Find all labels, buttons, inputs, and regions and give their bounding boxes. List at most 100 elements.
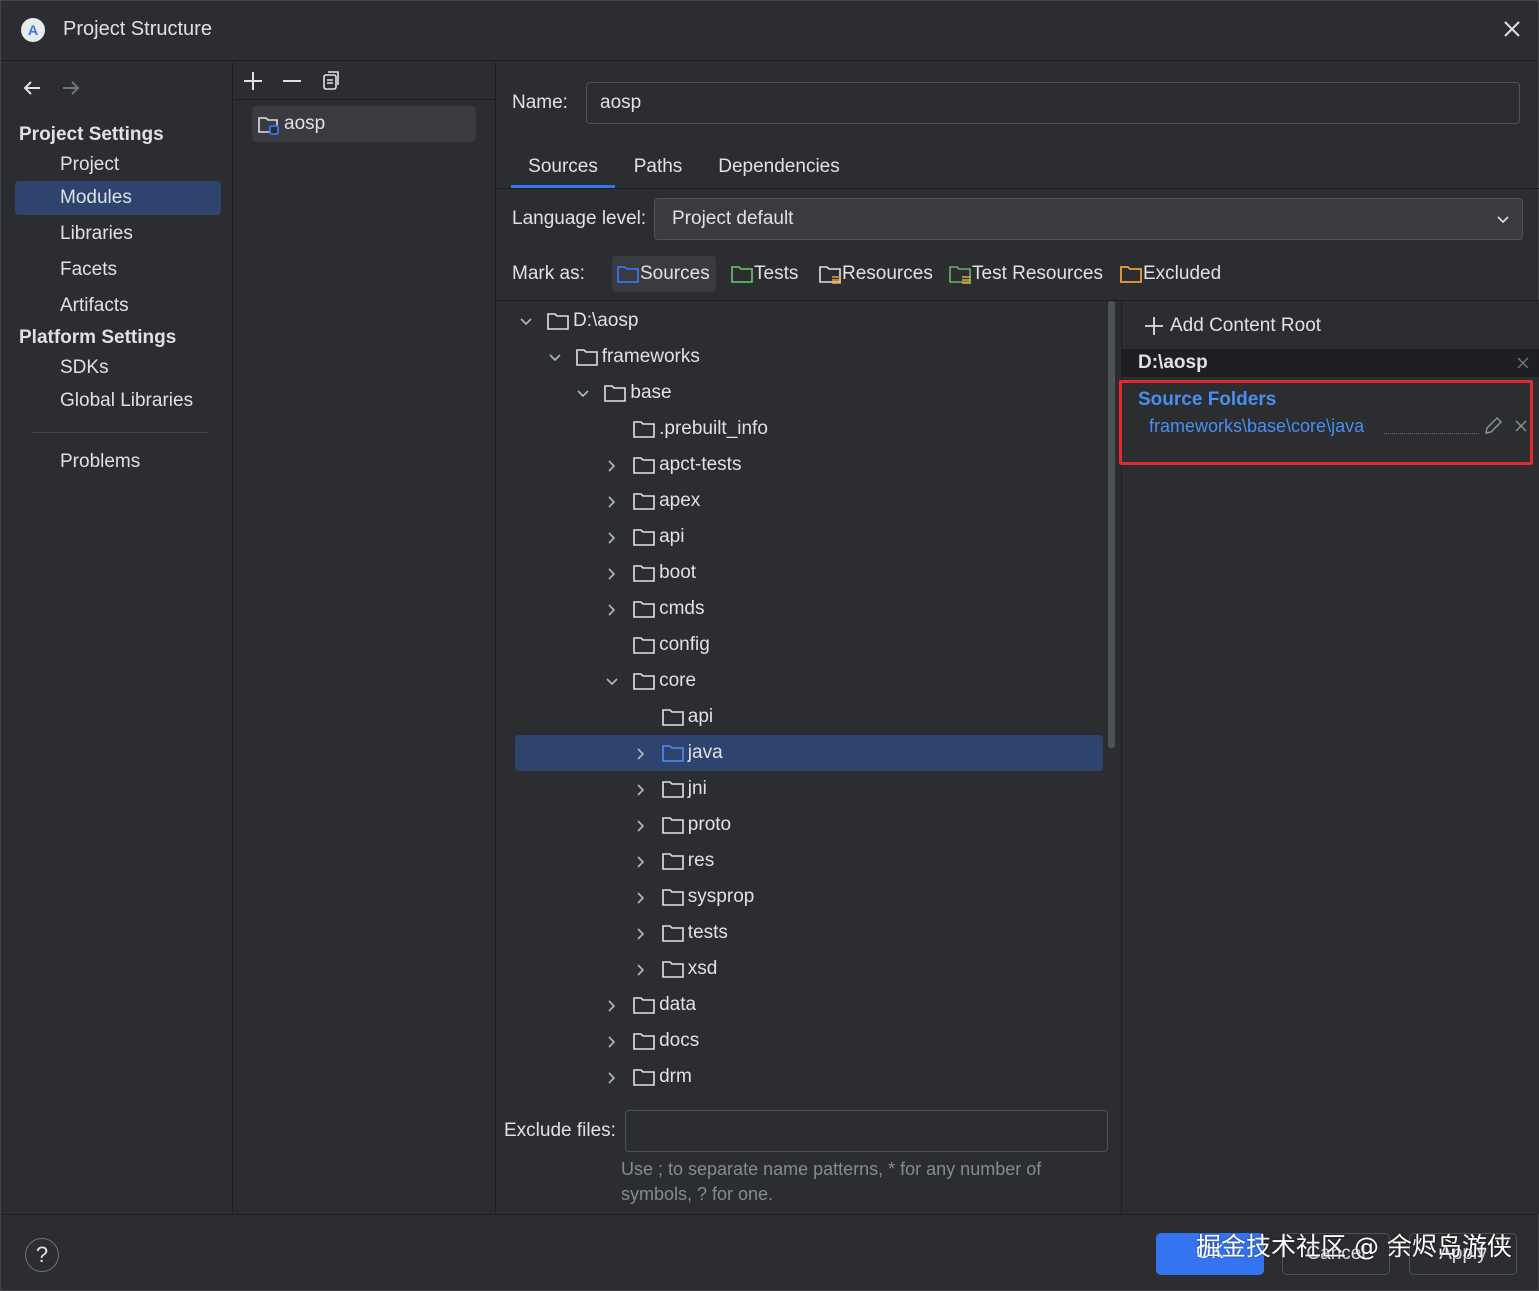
tree-row[interactable]: docs (497, 1023, 1097, 1059)
tab-dependencies[interactable]: Dependencies (707, 150, 851, 188)
nav-item-artifacts[interactable]: Artifacts (15, 289, 221, 323)
close-icon[interactable] (1500, 17, 1524, 41)
mark-as-resources-button[interactable]: Resources (814, 256, 939, 292)
tree-row-label: drm (659, 1066, 692, 1087)
mark-as-test-resources-button[interactable]: Test Resources (944, 256, 1109, 292)
folder-icon (661, 745, 684, 762)
tree-row[interactable]: api (497, 699, 1097, 735)
project-structure-dialog: A Project Structure Project Settings Pro… (0, 0, 1539, 1291)
chevron-right-icon[interactable] (605, 1035, 619, 1049)
tree-row-label: D:\aosp (573, 310, 639, 331)
mark-as-excluded-label: Excluded (1143, 263, 1222, 284)
tree-row[interactable]: apct-tests (497, 447, 1097, 483)
tree-row[interactable]: .prebuilt_info (497, 411, 1097, 447)
remove-source-folder-icon[interactable] (1514, 419, 1528, 433)
remove-icon[interactable] (281, 70, 303, 92)
tree-row[interactable]: jni (497, 771, 1097, 807)
tree-row-label: java (687, 742, 723, 763)
folder-icon (633, 565, 655, 582)
chevron-right-icon[interactable] (634, 963, 648, 977)
module-item-aosp[interactable]: aosp (252, 106, 476, 142)
tree-row[interactable]: config (497, 627, 1097, 663)
module-item-label: aosp (284, 113, 326, 134)
folder-icon (633, 997, 655, 1014)
sources-folder-icon (617, 266, 639, 283)
tree-row[interactable]: sysprop (497, 879, 1097, 915)
add-icon[interactable] (242, 70, 264, 92)
chevron-right-icon[interactable] (605, 567, 619, 581)
exclude-files-input[interactable] (625, 1110, 1108, 1152)
tree-row[interactable]: xsd (497, 951, 1097, 987)
chevron-right-icon[interactable] (605, 603, 619, 617)
chevron-right-icon[interactable] (634, 891, 648, 905)
folder-icon (575, 349, 598, 366)
nav-item-sdks[interactable]: SDKs (15, 351, 221, 385)
forward-arrow-icon[interactable] (60, 76, 82, 100)
remove-root-close-icon[interactable] (1516, 356, 1530, 370)
chevron-right-icon[interactable] (605, 531, 619, 545)
tree-row-label: jni (687, 778, 707, 799)
tree-row[interactable]: D:\aosp (497, 303, 1097, 339)
tree-scrollbar[interactable] (1108, 301, 1115, 748)
chevron-right-icon[interactable] (634, 855, 648, 869)
tree-row[interactable]: drm (497, 1059, 1097, 1095)
source-folder-path[interactable]: frameworks\base\core\java (1149, 416, 1364, 437)
tree-row[interactable]: apex (497, 483, 1097, 519)
chevron-down-icon[interactable] (576, 387, 590, 401)
folder-icon (661, 853, 684, 870)
tree-row-label: api (687, 706, 714, 727)
mark-as-tests-label: Tests (754, 263, 799, 284)
copy-icon[interactable] (320, 70, 342, 92)
tree-row[interactable]: java (497, 735, 1097, 771)
nav-item-facets[interactable]: Facets (15, 253, 221, 287)
nav-item-global-libraries[interactable]: Global Libraries (15, 384, 221, 418)
tree-row[interactable]: res (497, 843, 1097, 879)
mark-as-excluded-button[interactable]: Excluded (1115, 256, 1227, 292)
tree-row[interactable]: base (497, 375, 1097, 411)
tab-sources[interactable]: Sources (511, 150, 615, 188)
mark-as-tests-button[interactable]: Tests (726, 256, 804, 292)
tree-row[interactable]: api (497, 519, 1097, 555)
chevron-right-icon[interactable] (634, 783, 648, 797)
tree-row-label: cmds (659, 598, 705, 619)
chevron-down-icon[interactable] (605, 675, 619, 689)
language-level-select[interactable]: Project default (654, 198, 1523, 240)
exclude-files-label: Exclude files: (504, 1120, 616, 1141)
tree-row[interactable]: tests (497, 915, 1097, 951)
folder-icon (633, 1069, 655, 1086)
tree-row[interactable]: cmds (497, 591, 1097, 627)
tree-row[interactable]: frameworks (497, 339, 1097, 375)
directory-tree[interactable]: D:\aosp frameworks base .prebuilt_info apct-… (497, 301, 1109, 1101)
chevron-down-icon[interactable] (548, 351, 562, 365)
edit-pencil-icon[interactable] (1482, 415, 1504, 437)
chevron-right-icon[interactable] (605, 459, 619, 473)
nav-item-project[interactable]: Project (15, 148, 221, 182)
tree-row[interactable]: core (497, 663, 1097, 699)
tree-row-label: apex (659, 490, 701, 511)
chevron-right-icon[interactable] (634, 747, 648, 761)
tree-row-label: .prebuilt_info (659, 418, 768, 439)
tab-paths[interactable]: Paths (623, 150, 693, 188)
nav-item-libraries[interactable]: Libraries (15, 217, 221, 251)
help-button[interactable]: ? (25, 1238, 59, 1272)
add-content-root-button[interactable]: Add Content Root (1144, 311, 1321, 341)
chevron-right-icon[interactable] (605, 999, 619, 1013)
chevron-right-icon[interactable] (634, 927, 648, 941)
tree-row[interactable]: data (497, 987, 1097, 1023)
source-folders-title: Source Folders (1138, 389, 1277, 410)
nav-item-problems[interactable]: Problems (15, 445, 221, 479)
chevron-down-icon[interactable] (519, 315, 533, 329)
chevron-right-icon[interactable] (605, 495, 619, 509)
source-folder-dotted-leader (1384, 433, 1479, 434)
chevron-right-icon[interactable] (634, 819, 648, 833)
module-name-input[interactable]: aosp (586, 82, 1520, 124)
mark-as-sources-button[interactable]: Sources (612, 256, 716, 292)
chevron-right-icon[interactable] (605, 1071, 619, 1085)
back-arrow-icon[interactable] (21, 76, 43, 100)
folder-icon (633, 673, 655, 690)
nav-item-modules[interactable]: Modules (15, 181, 221, 215)
tree-row-label: core (659, 670, 697, 691)
tree-row[interactable]: proto (497, 807, 1097, 843)
tree-row[interactable]: boot (497, 555, 1097, 591)
modules-list-panel: aosp (234, 62, 496, 1214)
